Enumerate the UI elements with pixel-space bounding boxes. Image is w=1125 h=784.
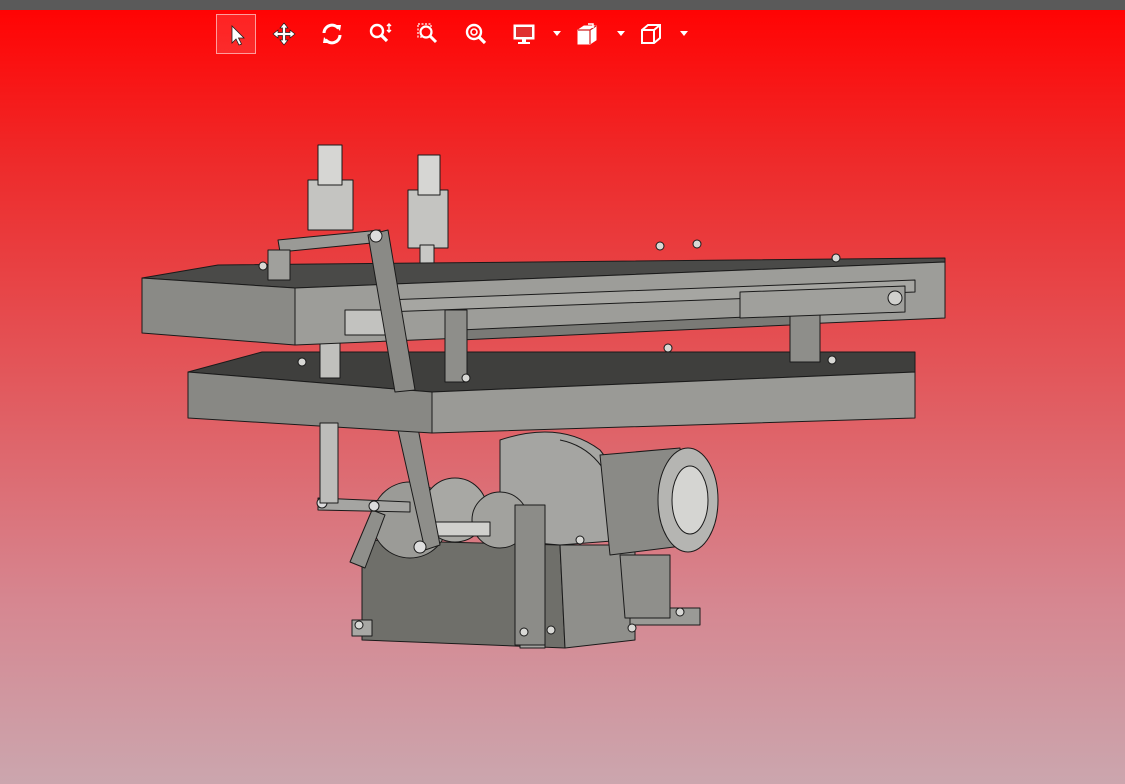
zoom-fit-icon [465,23,487,45]
view-toolbar [215,14,695,56]
select-tool-button[interactable] [216,14,256,54]
pan-tool-button[interactable] [264,14,304,54]
view-orientation-dropdown[interactable] [678,14,690,54]
zoom-window-button[interactable] [408,14,448,54]
display-mode-button[interactable] [504,14,544,54]
rotate-icon [322,23,342,45]
zoom-tool-button[interactable] [360,14,400,54]
chevron-down-icon [680,31,688,36]
view-orientation-button[interactable] [631,14,671,54]
zoom-window-icon [417,23,438,44]
section-view-icon [577,23,597,45]
section-view-dropdown[interactable] [615,14,627,54]
zoom-icon [369,23,392,43]
machine-3d-model[interactable] [130,140,960,660]
select-arrow-icon [231,25,245,46]
3d-viewport[interactable] [0,0,1125,784]
zoom-fit-button[interactable] [456,14,496,54]
window-top-strip [0,0,1125,10]
chevron-down-icon [617,31,625,36]
section-view-button[interactable] [567,14,607,54]
chevron-down-icon [553,31,561,36]
view-cube-icon [641,24,661,44]
display-mode-dropdown[interactable] [551,14,563,54]
pan-move-icon [272,22,296,46]
lower-table[interactable] [187,351,916,434]
rotate-tool-button[interactable] [312,14,352,54]
display-mode-icon [513,24,535,44]
